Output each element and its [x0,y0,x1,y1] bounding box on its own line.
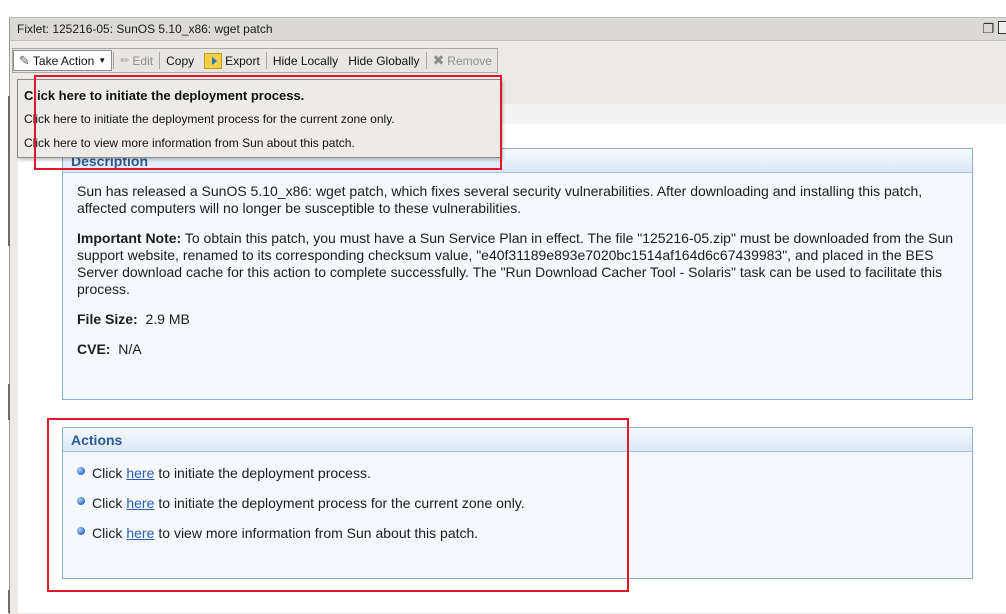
copy-label: Copy [166,53,195,68]
export-label: Export [225,53,260,68]
restore-icon[interactable] [998,21,1006,34]
pencil-icon: ✏ [120,55,130,67]
window-edge-mark [8,590,10,613]
hide-globally-label: Hide Globally [348,53,420,68]
annotation-highlight-menu [34,75,502,170]
annotation-highlight-actions [47,418,629,592]
take-action-label: Take Action [32,53,95,68]
remove-label: Remove [447,53,492,68]
important-note-label: Important Note: [77,230,182,246]
file-size-label: File Size: [77,311,138,327]
remove-icon: ✖ [432,52,445,68]
window-titlebar: Fixlet: 125216-05: SunOS 5.10_x86: wget … [10,18,1006,41]
remove-button[interactable]: ✖ Remove [428,50,497,71]
hide-globally-button[interactable]: Hide Globally [343,50,424,71]
export-icon [204,52,223,69]
window-edge-mark [8,96,10,246]
important-note: Important Note: To obtain this patch, yo… [77,230,958,298]
window-title: Fixlet: 125216-05: SunOS 5.10_x86: wget … [17,22,273,36]
chevron-down-icon: ▼ [98,56,107,65]
toolbar-divider [265,52,267,69]
file-size-value: 2.9 MB [145,311,190,327]
hide-locally-button[interactable]: Hide Locally [268,50,343,71]
edit-button[interactable]: ✏ Edit [115,50,158,71]
cve-label: CVE: [77,341,111,357]
description-section: Description Sun has released a SunOS 5.1… [62,148,973,400]
cve-row: CVE: N/A [77,341,958,358]
edit-label: Edit [132,53,154,68]
hide-locally-label: Hide Locally [272,53,339,68]
window-edge-mark [8,384,10,420]
important-note-text: To obtain this patch, you must have a Su… [77,230,954,297]
fixlet-toolbar: ✎ Take Action ▼ ✏ Edit Copy Export Hide … [12,48,498,73]
take-action-button[interactable]: ✎ Take Action ▼ [13,50,113,71]
file-size-row: File Size: 2.9 MB [77,311,958,328]
take-action-icon: ✎ [19,52,30,68]
description-body: Sun has released a SunOS 5.10_x86: wget … [63,173,972,381]
export-button[interactable]: Export [199,50,265,71]
copy-button[interactable]: Copy [161,50,199,71]
toolbar-divider [159,52,161,69]
undock-icon[interactable]: ❐ [982,21,994,37]
toolbar-divider [425,52,427,69]
cve-value: N/A [118,341,142,357]
description-paragraph: Sun has released a SunOS 5.10_x86: wget … [77,183,923,216]
left-margin [0,0,7,613]
toolbar-divider [113,52,115,69]
